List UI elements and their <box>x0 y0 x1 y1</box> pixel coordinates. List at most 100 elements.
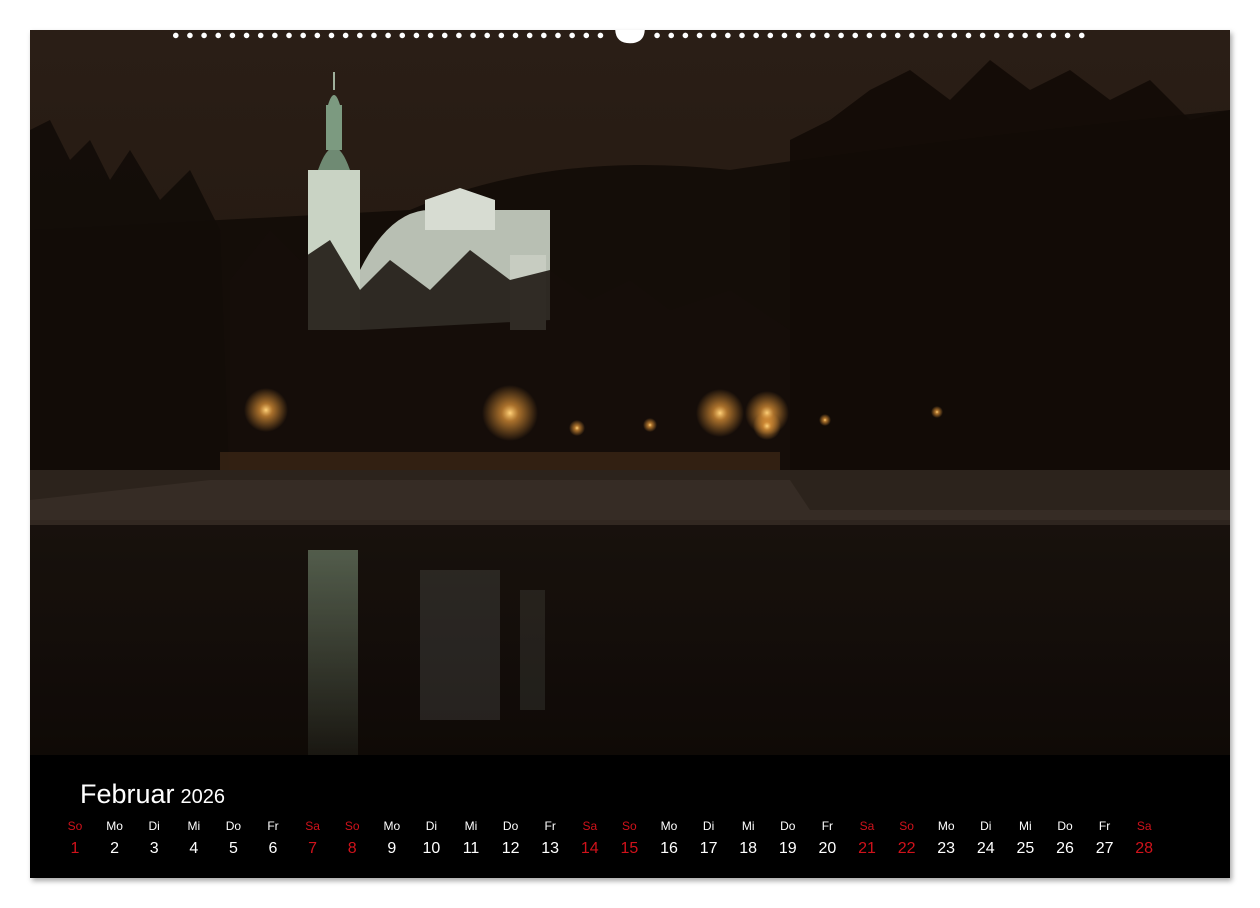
binding-hole <box>1050 32 1057 39</box>
binding-hole <box>470 32 476 39</box>
day-number: 27 <box>1095 840 1114 857</box>
binding-hole <box>555 32 561 39</box>
binding-hole <box>866 32 873 39</box>
binding-hole <box>739 32 745 39</box>
day-number: 5 <box>228 840 238 857</box>
binding-hole <box>456 32 462 39</box>
day-number: 26 <box>1056 840 1074 857</box>
weekday-label: Fr <box>544 819 556 833</box>
binding-hole <box>937 32 943 39</box>
day-number: 4 <box>189 840 199 857</box>
calendar-page: Februar 2026 So 1 Mo 2 Di 3 Mi 4 Do 5 Fr 6 Sa 7 So 8 Mo 9 D… <box>30 30 1230 878</box>
weekday-label: Mo <box>937 819 955 833</box>
weekday-label: Sa <box>582 819 598 833</box>
binding-hole <box>314 32 321 39</box>
binding-hole <box>441 32 448 39</box>
binding-hole <box>427 32 434 39</box>
binding-hole <box>1022 32 1028 39</box>
day-number: 6 <box>268 840 278 857</box>
day-number: 14 <box>580 840 599 857</box>
binding-hole <box>286 32 292 39</box>
binding-hole <box>668 32 675 39</box>
weekday-label: Sa <box>305 819 320 833</box>
binding-hole <box>498 32 505 39</box>
binding-hole <box>1078 32 1085 39</box>
weekday-label: Mo <box>660 819 678 833</box>
binding-hole <box>357 32 363 39</box>
binding-hole <box>880 32 887 39</box>
day-number: 25 <box>1016 840 1035 857</box>
day-columns: So 1 Mo 2 Di 3 Mi 4 Do 5 Fr 6 Sa 7 So 8 Mo 9 Di 10 Mi 11 Do 12 F… <box>30 755 1230 878</box>
day-number: 7 <box>308 840 318 857</box>
day-number: 28 <box>1135 840 1154 857</box>
weekday-label: Di <box>148 819 160 833</box>
weekday-label: Sa <box>1136 819 1152 833</box>
weekday-label: Mi <box>187 819 201 833</box>
weekday-label: Fr <box>1098 819 1111 833</box>
weekday-label: So <box>344 819 360 833</box>
binding-hole <box>328 32 335 39</box>
weekday-label: Do <box>780 819 796 833</box>
binding-hole <box>399 32 406 39</box>
day-number: 9 <box>387 840 397 857</box>
day-number: 19 <box>778 840 797 857</box>
binding-hole <box>526 32 533 39</box>
binding-hole <box>682 32 689 39</box>
day-number: 17 <box>699 840 718 857</box>
weekday-label: Fr <box>821 819 834 833</box>
day-number: 2 <box>110 840 120 857</box>
binding-hole <box>852 32 859 39</box>
binding-hole <box>172 32 179 39</box>
binding-hole <box>512 32 519 39</box>
weekday-label: Mo <box>106 819 123 833</box>
binding-hole <box>696 32 703 39</box>
weekday-label: Mi <box>1019 819 1032 833</box>
day-number: 12 <box>501 840 520 857</box>
day-number: 15 <box>620 840 639 857</box>
day-number: 1 <box>70 840 80 857</box>
binding-hole <box>909 32 915 39</box>
day-number: 18 <box>739 840 758 857</box>
weekday-label: Do <box>225 819 242 833</box>
binding-hole <box>215 32 222 39</box>
weekday-label: Mi <box>741 819 755 833</box>
binding-hole <box>1008 32 1014 39</box>
binding-hole <box>413 32 420 39</box>
weekday-label: Di <box>425 819 438 833</box>
binding-hole <box>342 32 349 39</box>
binding-hole <box>484 32 490 39</box>
day-number: 8 <box>347 840 357 857</box>
weekday-label: Do <box>502 819 519 833</box>
weekday-label: Sa <box>859 819 875 833</box>
day-number: 3 <box>149 840 159 857</box>
binding-hole <box>1064 32 1071 39</box>
night-church-photo <box>30 30 1230 755</box>
binding-hole <box>795 32 802 39</box>
day-number: 22 <box>897 840 916 857</box>
weekday-label: Di <box>702 819 715 833</box>
day-number: 24 <box>976 840 995 857</box>
binding-hole <box>965 32 972 39</box>
day-number: 23 <box>937 840 956 857</box>
day-number: 16 <box>660 840 678 857</box>
weekday-label: Do <box>1057 819 1073 833</box>
weekday-label: Mo <box>383 819 401 833</box>
binding-hole <box>838 32 844 39</box>
binding-hole <box>229 32 236 39</box>
binding-hole <box>1036 32 1043 39</box>
day-number: 20 <box>818 840 837 857</box>
weekday-label: So <box>899 819 914 833</box>
binding-hole <box>994 32 1000 39</box>
binding-hole <box>710 32 717 39</box>
binding-hole <box>824 32 830 39</box>
spiral-binding <box>172 30 1085 44</box>
binding-hole <box>187 32 193 39</box>
binding-hole <box>569 32 575 39</box>
binding-hole <box>300 32 306 39</box>
binding-hole <box>951 32 958 39</box>
binding-hole <box>201 32 207 39</box>
binding-hole <box>597 32 604 39</box>
day-number: 10 <box>422 840 441 857</box>
hanger-notch <box>615 30 645 44</box>
weekday-label: So <box>67 819 83 833</box>
